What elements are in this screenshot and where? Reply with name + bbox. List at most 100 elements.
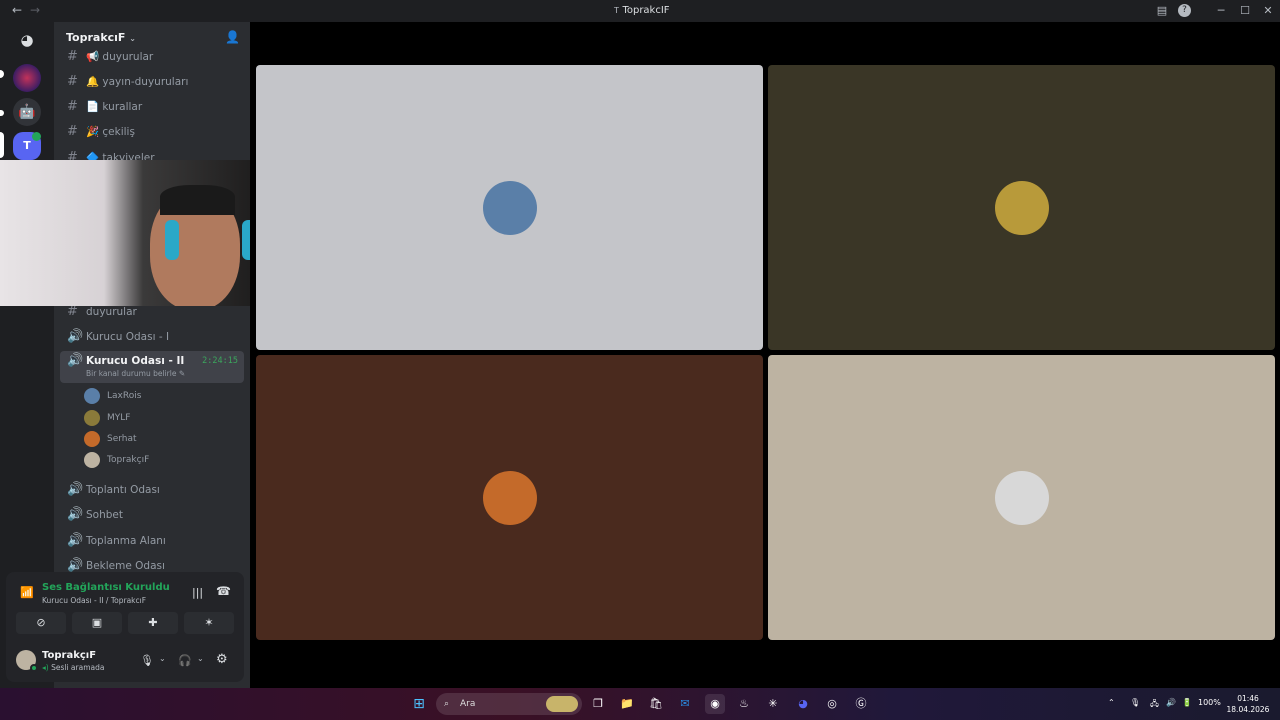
chevron-down-icon[interactable]: ⌄ <box>159 654 166 663</box>
volume-icon[interactable]: 🔊 <box>1166 698 1176 707</box>
video-tile[interactable] <box>768 355 1275 640</box>
noise-suppression-icon[interactable]: ||| <box>192 586 203 599</box>
file-explorer-icon[interactable]: 📁 <box>617 694 637 714</box>
soundboard-button[interactable]: ✶ <box>184 612 234 634</box>
chevron-down-icon: ⌄ <box>129 34 136 43</box>
add-member-icon[interactable]: 👤 <box>225 30 240 44</box>
pencil-icon: ✎ <box>178 369 186 378</box>
windows-start-icon[interactable]: ⊞ <box>409 694 429 714</box>
help-icon[interactable]: ? <box>1178 4 1191 17</box>
voice-channel-item[interactable]: 🔊 Sohbet <box>60 504 244 526</box>
search-placeholder: Ara <box>460 699 476 709</box>
headphones-icon[interactable]: 🎧 <box>178 654 192 667</box>
title-icon: T <box>613 6 619 15</box>
hash-icon: # <box>67 49 78 64</box>
channel-item[interactable]: # 📢 duyurular <box>60 46 244 68</box>
speaker-icon: ◂) <box>42 663 49 672</box>
channel-status[interactable]: Bir kanal durumu belirle ✎ <box>86 368 185 380</box>
active-voice-channel[interactable]: 🔊 Kurucu Odası - II 2:24:15 Bir kanal du… <box>60 351 244 383</box>
close-icon[interactable]: ✕ <box>1260 3 1276 19</box>
channel-label: 🔔 yayın-duyuruları <box>86 76 189 88</box>
clock[interactable]: 01:46 18.04.2026 <box>1226 693 1270 715</box>
camera-toggle-button[interactable]: ⊘ <box>16 612 66 634</box>
screen-share-icon: ▣ <box>91 616 103 629</box>
disconnect-icon[interactable]: ☎ <box>216 584 231 598</box>
voice-channel-path[interactable]: Kurucu Odası - II / ToprakcıF <box>42 596 146 605</box>
inbox-icon[interactable]: ▤ <box>1154 3 1170 19</box>
voice-connection-panel: 📶 Ses Bağlantısı Kuruldu Kurucu Odası - … <box>6 572 244 682</box>
video-tile[interactable] <box>256 355 763 640</box>
webcam-overlay <box>0 160 260 306</box>
video-grid <box>250 22 1280 688</box>
minimize-icon[interactable]: ─ <box>1213 3 1229 19</box>
server-icon-bot[interactable]: 🤖 <box>13 98 41 126</box>
avatar <box>84 388 100 404</box>
channel-item[interactable]: # 🔔 yayın-duyuruları <box>60 71 244 93</box>
user-name[interactable]: ToprakçıF <box>42 650 96 661</box>
user-name: ToprakçıF <box>107 455 150 465</box>
voice-channel-item[interactable]: 🔊 Kurucu Odası - I <box>60 326 244 348</box>
chevron-down-icon[interactable]: ⌄ <box>197 654 204 663</box>
user-name: LaxRois <box>107 391 142 401</box>
discord-home-icon[interactable]: ◕ <box>13 26 41 54</box>
channel-label: 📢 duyurular <box>86 51 154 63</box>
channel-status-text: Bir kanal durumu belirle <box>86 369 177 378</box>
speaker-icon: 🔊 <box>67 533 84 548</box>
store-icon[interactable]: 🛍 <box>646 694 666 714</box>
unread-pill <box>0 70 4 78</box>
headset-icon <box>165 220 179 260</box>
avatar <box>84 452 100 468</box>
chrome-icon[interactable]: ◉ <box>705 694 725 714</box>
voice-user[interactable]: MYLF <box>84 408 234 428</box>
hash-icon: # <box>67 74 78 89</box>
voice-channel-item[interactable]: 🔊 Toplantı Odası <box>60 479 244 501</box>
settings-gear-icon[interactable]: ⚙ <box>216 652 228 667</box>
app-icon[interactable]: ✳ <box>763 694 783 714</box>
task-view-icon[interactable]: ❐ <box>588 694 608 714</box>
voice-channel-item[interactable]: 🔊 Toplanma Alanı <box>60 530 244 552</box>
battery-icon[interactable]: 🔋 <box>1182 698 1192 707</box>
network-icon[interactable]: 🖧 <box>1150 698 1159 712</box>
window-title: T ToprakcIF <box>0 5 1280 16</box>
window-title-text: ToprakcIF <box>622 5 670 16</box>
channel-item[interactable]: # 🎉 çekiliş <box>60 121 244 143</box>
selected-pill <box>0 132 4 158</box>
video-tile[interactable] <box>768 65 1275 350</box>
voice-user[interactable]: ToprakçıF <box>84 450 234 470</box>
speaker-icon: 🔊 <box>67 482 84 497</box>
voice-status[interactable]: Ses Bağlantısı Kuruldu <box>42 582 170 593</box>
call-timer: 2:24:15 <box>202 356 238 366</box>
microphone-icon[interactable]: 🎙 <box>1130 698 1140 707</box>
taskbar-search[interactable]: ⌕ Ara <box>436 693 582 715</box>
server-icon-1[interactable] <box>13 64 41 92</box>
obs-icon[interactable]: ◎ <box>822 694 842 714</box>
logitech-icon[interactable]: Ⓖ <box>851 694 871 714</box>
voice-user[interactable]: LaxRois <box>84 386 234 406</box>
clock-time: 01:46 <box>1237 694 1259 703</box>
channel-label: Kurucu Odası - II <box>86 355 185 367</box>
channel-label: 📄 kurallar <box>86 101 143 113</box>
user-name: Serhat <box>107 434 137 444</box>
title-bar: ← → T ToprakcIF ▤ ? ─ ☐ ✕ <box>0 0 1280 22</box>
chevron-up-icon[interactable]: ⌃ <box>1108 698 1115 707</box>
discord-icon[interactable]: ◕ <box>793 694 813 714</box>
online-status-icon <box>30 664 38 672</box>
mail-icon[interactable]: ✉ <box>675 694 695 714</box>
steam-icon[interactable]: ♨ <box>734 694 754 714</box>
unread-pill <box>0 110 4 116</box>
microphone-icon[interactable]: 🎙 <box>140 654 154 667</box>
channel-label: Toplanma Alanı <box>86 535 166 547</box>
avatar <box>84 410 100 426</box>
channel-item[interactable]: # 📄 kurallar <box>60 96 244 118</box>
video-tile[interactable] <box>256 65 763 350</box>
voice-user[interactable]: Serhat <box>84 429 234 449</box>
channel-label: duyurular <box>86 306 137 318</box>
maximize-icon[interactable]: ☐ <box>1237 3 1253 19</box>
windows-taskbar: ⊞ ⌕ Ara ❐ 📁 🛍 ✉ ◉ ♨ ✳ ◕ ◎ Ⓖ ⌃ 🎙 🖧 🔊 🔋 10… <box>0 688 1280 720</box>
participant-avatar <box>482 180 537 235</box>
channel-label: Sohbet <box>86 509 123 521</box>
activities-button[interactable]: ✚ <box>128 612 178 634</box>
hash-icon: # <box>67 99 78 114</box>
user-status: ◂) Sesli aramada <box>42 663 104 672</box>
screen-share-button[interactable]: ▣ <box>72 612 122 634</box>
